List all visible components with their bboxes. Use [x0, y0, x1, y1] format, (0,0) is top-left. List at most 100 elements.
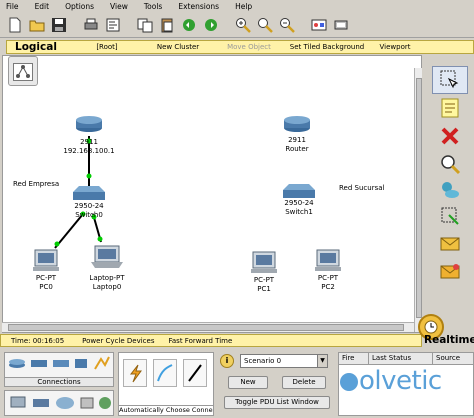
auto-connection-label: Automatically Choose Connection Type [118, 405, 214, 416]
logical-title[interactable]: Logical [7, 41, 77, 53]
workspace-vertical-scrollbar[interactable] [414, 68, 422, 332]
end-devices-category-icon[interactable] [10, 396, 26, 408]
simulation-status-bar: Time: 00:16:05 Power Cycle Devices Fast … [0, 334, 422, 347]
toggle-pdu-list-button[interactable]: Toggle PDU List Window [224, 396, 330, 409]
pc0-icon[interactable] [33, 249, 59, 271]
logical-workspace-bar: Logical [Root] New Cluster Move Object S… [6, 40, 474, 54]
menu-extensions[interactable]: Extensions [178, 2, 219, 11]
multiuser-category-icon[interactable] [99, 397, 111, 409]
console-cable-icon[interactable] [153, 359, 177, 387]
pc1-name-label: PC1 [257, 285, 271, 293]
link-status-light [86, 173, 92, 179]
inspect-icon[interactable] [432, 150, 468, 178]
resize-icon[interactable] [432, 202, 468, 230]
menu-file[interactable]: File [6, 2, 19, 11]
navigation-panel-icon[interactable] [8, 56, 38, 86]
red-empresa-note[interactable]: Red Empresa [13, 180, 59, 188]
column-header-source[interactable]: Source [433, 353, 473, 364]
router0-icon[interactable] [76, 116, 102, 132]
menu-tools[interactable]: Tools [144, 2, 162, 11]
note-icon[interactable] [432, 94, 468, 122]
zoom-out-icon[interactable] [278, 16, 296, 34]
print-icon[interactable] [82, 16, 100, 34]
zoom-in-icon[interactable] [234, 16, 252, 34]
add-complex-pdu-icon[interactable] [432, 258, 468, 286]
drawing-palette-icon[interactable] [310, 16, 328, 34]
move-object-button[interactable]: Move Object [219, 43, 279, 51]
pc2-model-label: PC-PT [317, 274, 339, 282]
workspace-horizontal-scrollbar[interactable] [2, 322, 414, 332]
auto-connection-icon[interactable] [123, 359, 147, 387]
viewport-button[interactable]: Viewport [375, 43, 415, 51]
switch0-model-label: 2950-24 [74, 202, 104, 210]
laptop0-model-label: Laptop-PT [89, 274, 125, 282]
laptop0-icon[interactable] [91, 245, 123, 268]
switches-category-icon[interactable] [31, 360, 47, 367]
delete-icon[interactable] [432, 122, 468, 150]
pc1-icon[interactable] [251, 251, 277, 273]
custom-devices-icon[interactable] [332, 16, 350, 34]
undo-icon[interactable] [180, 16, 198, 34]
switch1-model-label: 2950-24 [284, 199, 314, 207]
draw-shape-icon[interactable] [432, 176, 468, 204]
switch1-icon[interactable] [283, 184, 315, 198]
connections-category-icon[interactable] [94, 356, 110, 370]
device-category-label: Connections [4, 377, 114, 387]
device-category-row-2 [4, 390, 114, 416]
paste-icon[interactable] [158, 16, 176, 34]
menu-help[interactable]: Help [235, 2, 252, 11]
copy-icon[interactable] [136, 16, 154, 34]
realtime-mode-label[interactable]: Realtime [424, 334, 474, 346]
topology-canvas [33, 116, 341, 273]
menu-view[interactable]: View [110, 2, 128, 11]
logical-workspace[interactable]: 2911 192.168.100.1 Red Empresa 2950-24 S… [2, 55, 422, 333]
routers-category-icon[interactable] [9, 359, 25, 368]
router1-name-label: Router [285, 145, 309, 153]
open-icon[interactable] [28, 16, 46, 34]
scrollbar-thumb[interactable] [416, 78, 422, 318]
new-icon[interactable] [6, 16, 24, 34]
hubs-category-icon[interactable] [53, 360, 69, 367]
set-tiled-background-button[interactable]: Set Tiled Background [279, 43, 375, 51]
scrollbar-thumb[interactable] [8, 324, 404, 331]
switch0-icon[interactable] [73, 186, 105, 200]
wireless-category-icon[interactable] [75, 359, 87, 368]
info-icon[interactable]: i [220, 354, 234, 368]
router0-model-label: 2911 [80, 138, 98, 146]
chevron-down-icon[interactable]: ▼ [317, 355, 327, 367]
redo-icon[interactable] [202, 16, 220, 34]
pdu-table-header: Fire Last Status Source [339, 353, 473, 365]
link-status-light [97, 236, 103, 242]
scenario-select[interactable]: Scenario 0 ▼ [240, 354, 328, 368]
pc0-name-label: PC0 [39, 283, 53, 291]
copper-straight-icon[interactable] [183, 359, 207, 387]
activity-wizard-icon[interactable] [104, 16, 122, 34]
save-icon[interactable] [50, 16, 68, 34]
menu-options[interactable]: Options [65, 2, 94, 11]
red-sucursal-note[interactable]: Red Sucursal [339, 184, 384, 192]
link-status-light [54, 241, 60, 247]
add-simple-pdu-icon[interactable] [432, 230, 468, 258]
column-header-fire[interactable]: Fire [339, 353, 369, 364]
custom-devices-category-icon[interactable] [80, 397, 94, 409]
select-icon[interactable] [432, 66, 468, 94]
root-button[interactable]: [Root] [77, 43, 137, 51]
pc0-model-label: PC-PT [35, 274, 57, 282]
zoom-reset-icon[interactable] [256, 16, 274, 34]
power-cycle-button[interactable]: Power Cycle Devices [82, 337, 154, 345]
pc2-icon[interactable] [315, 249, 341, 271]
column-header-last-status[interactable]: Last Status [369, 353, 433, 364]
connection-types-panel [118, 352, 214, 412]
switch0-name-label: Switch0 [75, 211, 103, 219]
watermark-text: olvetic [359, 366, 442, 396]
new-scenario-button[interactable]: New [228, 376, 268, 389]
wan-emulation-category-icon[interactable] [56, 397, 74, 409]
packet-tracer-window: File Edit Options View Tools Extensions … [0, 0, 474, 418]
delete-scenario-button[interactable]: Delete [282, 376, 326, 389]
menu-edit[interactable]: Edit [35, 2, 50, 11]
scenario-panel: i Scenario 0 ▼ New Delete Toggle PDU Lis… [220, 352, 336, 416]
new-cluster-button[interactable]: New Cluster [137, 43, 219, 51]
security-category-icon[interactable] [33, 399, 49, 407]
router1-icon[interactable] [284, 116, 310, 132]
fast-forward-button[interactable]: Fast Forward Time [169, 337, 233, 345]
